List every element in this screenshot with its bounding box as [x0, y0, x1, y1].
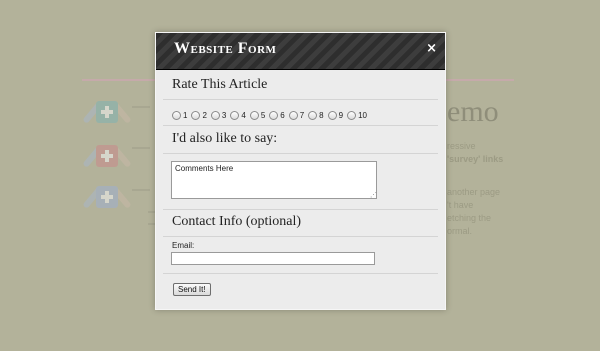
rating-option-9[interactable]: 9 [327, 110, 344, 120]
section-divider [163, 209, 438, 210]
section-divider [163, 99, 438, 100]
icon-square [96, 101, 118, 123]
background-text: ormal. [447, 226, 473, 236]
rating-option-label: 10 [358, 110, 367, 120]
rating-option-label: 6 [280, 110, 285, 120]
modal-header: Website Form × [156, 33, 445, 70]
rating-options: 1 2 3 4 5 6 7 8 9 10 [172, 108, 371, 122]
medical-kit-icon [82, 141, 132, 171]
rating-option-2[interactable]: 2 [191, 110, 207, 120]
send-button[interactable]: Send It! [173, 283, 211, 296]
rating-radio[interactable] [172, 110, 181, 120]
rating-option-7[interactable]: 7 [288, 110, 305, 120]
rating-radio[interactable] [269, 110, 279, 120]
background-text: another page [447, 187, 501, 197]
rating-option-1[interactable]: 1 [172, 110, 188, 120]
rating-option-6[interactable]: 6 [269, 110, 285, 120]
rating-radio[interactable] [191, 110, 201, 120]
medical-kit-icon [82, 97, 132, 127]
rating-radio[interactable] [327, 110, 337, 120]
rate-article-heading: Rate This Article [172, 77, 268, 92]
rating-option-4[interactable]: 4 [230, 110, 246, 120]
background-text: ressive [447, 141, 476, 151]
background-text-line [132, 189, 150, 191]
section-divider [163, 236, 438, 237]
rating-option-label: 8 [319, 110, 324, 120]
rating-option-label: 4 [241, 110, 246, 120]
rating-radio[interactable] [210, 110, 220, 120]
section-divider [163, 273, 438, 274]
background-text: etching the [447, 213, 492, 223]
rating-option-label: 3 [221, 110, 227, 120]
resize-grip-icon[interactable]: ⋰ [370, 192, 377, 199]
email-label: Email: [172, 241, 195, 250]
section-divider [163, 153, 438, 154]
rating-option-8[interactable]: 8 [308, 110, 324, 120]
rating-radio[interactable] [249, 110, 259, 120]
section-divider [163, 125, 438, 126]
rating-option-label: 2 [202, 110, 207, 120]
comments-textarea[interactable]: Comments Here [171, 161, 377, 199]
icon-square [96, 145, 118, 167]
email-field[interactable] [171, 252, 375, 265]
rating-option-3[interactable]: 3 [210, 110, 227, 120]
medical-kit-icon [82, 182, 132, 212]
icon-square [96, 186, 118, 208]
background-text-line [132, 106, 150, 108]
rating-radio[interactable] [347, 110, 357, 120]
close-icon[interactable]: × [426, 42, 437, 56]
rating-option-label: 5 [260, 110, 266, 120]
background-text: 't have [447, 200, 474, 210]
rating-option-5[interactable]: 5 [249, 110, 266, 120]
rating-option-label: 1 [183, 110, 188, 120]
modal-title: Website Form [174, 40, 277, 57]
contact-info-heading: Contact Info (optional) [172, 214, 302, 229]
rating-radio[interactable] [288, 110, 298, 120]
rating-radio[interactable] [308, 110, 318, 120]
rating-option-label: 7 [299, 110, 305, 120]
website-form-modal: Website Form × Rate This Article 1 2 3 4 5 6 7… [155, 32, 446, 310]
background-title: emo [447, 95, 499, 128]
rating-radio[interactable] [230, 110, 240, 120]
comments-heading: I'd also like to say: [172, 131, 278, 146]
background-link-text: 'survey' links [447, 154, 504, 164]
rating-option-10[interactable]: 10 [347, 110, 367, 120]
rating-option-label: 9 [338, 110, 344, 120]
background-text-line [132, 147, 150, 149]
